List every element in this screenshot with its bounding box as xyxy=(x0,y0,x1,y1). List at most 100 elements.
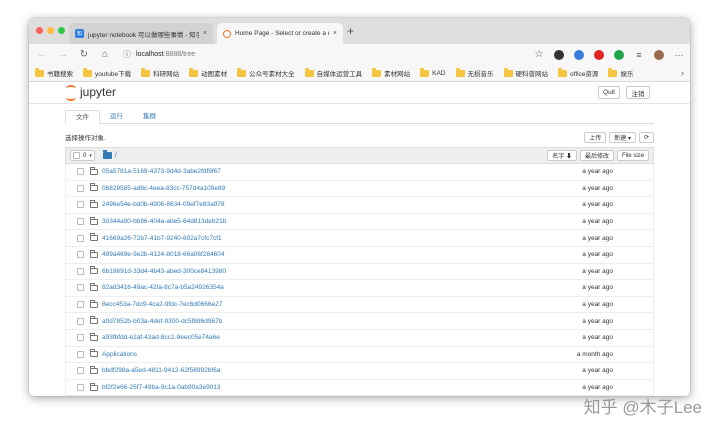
select-all-checkbox[interactable] xyxy=(73,152,80,159)
more-menu-icon[interactable]: ··· xyxy=(674,50,684,60)
item-modified: a year ago xyxy=(582,267,613,275)
list-item[interactable]: a0d7852b-b03a-4def-9300-dc5f886d967b a ye… xyxy=(65,313,654,330)
list-item[interactable]: bbdf298a-a5ed-4811-9412-62f56992bf6a a ye… xyxy=(65,363,654,380)
bookmark-item[interactable]: 自媒体运营工具 xyxy=(304,67,362,78)
item-modified: a year ago xyxy=(582,334,613,342)
extension-red-icon[interactable] xyxy=(594,49,604,60)
bookmark-item[interactable]: 公众号素材大全 xyxy=(237,67,295,78)
bookmark-item[interactable]: 无损音乐 xyxy=(455,67,494,78)
avatar[interactable] xyxy=(654,49,664,60)
row-checkbox[interactable] xyxy=(77,201,84,209)
list-item[interactable]: bf2f2e66-25f7-49ba-9c1a-0ab90a3e9013 a ye… xyxy=(65,379,654,396)
row-checkbox[interactable] xyxy=(77,251,84,259)
row-checkbox[interactable] xyxy=(77,218,84,226)
minimize-window-button[interactable] xyxy=(47,27,54,34)
item-name-link[interactable]: 499a469e-9e2b-4124-8018-66a06f284604 xyxy=(102,251,225,258)
item-name-link[interactable]: 82ad3416-49ac-42fa-8c7a-b5a24926354a xyxy=(102,284,224,291)
bookmark-item[interactable]: 动图素材 xyxy=(189,67,227,78)
select-all-dropdown[interactable]: 0 ▾ xyxy=(70,150,95,161)
refresh-icon[interactable]: ⟳ xyxy=(638,131,654,143)
reload-icon[interactable]: ↻ xyxy=(77,49,91,60)
tab-running[interactable]: 运行 xyxy=(100,110,133,123)
bookmark-item[interactable]: office资源 xyxy=(558,67,598,78)
bookmark-item[interactable]: 娱乐 xyxy=(608,67,633,78)
tab-close-icon[interactable]: × xyxy=(333,30,337,37)
info-icon[interactable]: ⓘ xyxy=(123,49,131,60)
row-checkbox[interactable] xyxy=(77,350,84,358)
forward-icon[interactable]: → xyxy=(56,49,70,60)
list-item[interactable]: 8ecc453a-7dc9-4ca2-9fdc-7ec6d0666e27 a ye… xyxy=(65,296,654,314)
row-checkbox[interactable] xyxy=(77,334,84,342)
list-item[interactable]: 6b19691d-33d4-4b43-abed-300ce8413980 a ye… xyxy=(65,263,654,281)
list-item[interactable]: 05a5781a-5169-4373-9d4d-3abe2fdf9f67 a ye… xyxy=(65,164,654,181)
bookmark-star-icon[interactable]: ☆ xyxy=(534,49,544,60)
tab-files[interactable]: 文件 xyxy=(65,110,100,124)
quit-button[interactable]: Quit xyxy=(598,86,620,99)
item-name-link[interactable]: 05a5781a-5169-4373-9d4d-3abe2fdf9f67 xyxy=(102,168,221,175)
list-item[interactable]: 30344a90-bb86-404a-abe5-64d813deb21b a ye… xyxy=(65,213,654,231)
extension-green-icon[interactable] xyxy=(614,49,624,60)
item-name-link[interactable]: bf2f2e66-25f7-49ba-9c1a-0ab90a3e9013 xyxy=(102,384,221,391)
tab-title: jupyter notebook 可以做哪些事情 - 知乎 xyxy=(88,31,199,39)
item-name-link[interactable]: 6b19691d-33d4-4b43-abed-300ce8413980 xyxy=(102,268,226,275)
item-name-link[interactable]: 41669a26-72b7-41b7-9240-602a7cfc7cf1 xyxy=(102,235,222,242)
row-checkbox[interactable] xyxy=(77,267,84,275)
new-tab-button[interactable]: + xyxy=(347,24,354,38)
row-checkbox[interactable] xyxy=(77,367,84,375)
tab-close-icon[interactable]: × xyxy=(203,30,207,37)
close-window-button[interactable] xyxy=(36,27,43,34)
sort-by-size-button[interactable]: File size xyxy=(616,150,649,161)
folder-icon xyxy=(90,199,98,208)
item-name-link[interactable]: 2496e54e-bd0b-4906-8634-09ef7e83a978 xyxy=(102,201,225,208)
back-icon[interactable]: ← xyxy=(35,49,49,60)
tab-clusters[interactable]: 集群 xyxy=(133,110,166,123)
item-name-link[interactable]: Applications xyxy=(102,351,137,358)
browser-tab-jupyter[interactable]: Home Page - Select or create a notebook … xyxy=(217,23,343,44)
bookmark-item[interactable]: 硬科普网站 xyxy=(503,67,548,78)
item-name-link[interactable]: 06829585-ad8c-4eea-83cc-757d4a109e89 xyxy=(102,185,225,192)
row-checkbox[interactable] xyxy=(77,184,84,192)
bookmark-item[interactable]: 科研网站 xyxy=(141,67,179,78)
logout-button[interactable]: 注销 xyxy=(626,86,650,99)
bookmark-item[interactable]: 素材网站 xyxy=(372,67,410,78)
upload-button[interactable]: 上传 xyxy=(584,131,607,143)
list-item[interactable]: 2496e54e-bd0b-4906-8634-09ef7e83a978 a ye… xyxy=(65,197,654,214)
list-item[interactable]: 499a469e-9e2b-4124-8018-66a06f284604 a ye… xyxy=(65,246,654,264)
extension-area: ☆ ≡ ··· xyxy=(534,49,684,60)
row-checkbox[interactable] xyxy=(77,234,84,242)
list-item[interactable]: 82ad3416-49ac-42fa-8c7a-b5a24926354a a ye… xyxy=(65,280,654,297)
browser-tab-zhihu[interactable]: 知 jupyter notebook 可以做哪些事情 - 知乎 × xyxy=(69,23,213,44)
row-checkbox[interactable] xyxy=(77,168,84,176)
folder-icon xyxy=(90,216,98,225)
bookmark-item[interactable]: youtube下载 xyxy=(83,67,131,78)
bookmark-item[interactable]: 书籍搜索 xyxy=(35,67,73,78)
folder-icon xyxy=(90,382,98,391)
breadcrumb[interactable]: / xyxy=(102,150,117,159)
sort-by-name-button[interactable]: 名字 ⬇ xyxy=(547,150,577,161)
bookmark-item[interactable]: KAD xyxy=(420,67,446,77)
new-dropdown-button[interactable]: 新建 ▾ xyxy=(609,131,636,143)
item-name-link[interactable]: bbdf298a-a5ed-4811-9412-62f56992bf6a xyxy=(102,367,220,374)
bookmarks-more-icon[interactable]: › xyxy=(681,68,684,78)
row-checkbox[interactable] xyxy=(77,384,84,392)
row-checkbox[interactable] xyxy=(77,317,84,325)
item-name-link[interactable]: 8ecc453a-7dc9-4ca2-9fdc-7ec6d0666e27 xyxy=(102,301,222,308)
list-item[interactable]: a93fbfdd-e2af-43ad-8cc1-9eec05e74a6e a ye… xyxy=(65,329,654,347)
shield-icon[interactable] xyxy=(574,49,584,60)
list-item[interactable]: 06829585-ad8c-4eea-83cc-757d4a109e89 a ye… xyxy=(65,180,654,198)
row-checkbox[interactable] xyxy=(77,301,84,309)
item-name-link[interactable]: a93fbfdd-e2af-43ad-8cc1-9eec05e74a6e xyxy=(102,334,220,341)
list-item[interactable]: 41669a26-72b7-41b7-9240-602a7cfc7cf1 a ye… xyxy=(65,230,654,247)
url-text[interactable]: localhost:8888/tree xyxy=(136,51,195,58)
home-icon[interactable]: ⌂ xyxy=(98,49,112,60)
favorites-icon[interactable]: ≡ xyxy=(634,50,644,60)
item-name-link[interactable]: a0d7852b-b03a-4def-9300-dc5f886d967b xyxy=(102,318,222,325)
sort-by-modified-button[interactable]: 最后修改 xyxy=(579,150,614,161)
extension-icon[interactable] xyxy=(554,49,564,60)
address-bar[interactable]: ⓘ localhost:8888/tree xyxy=(123,49,534,60)
jupyter-logo[interactable]: jupyter xyxy=(65,85,116,101)
item-name-link[interactable]: 30344a90-bb86-404a-abe5-64d813deb21b xyxy=(102,218,226,225)
row-checkbox[interactable] xyxy=(77,284,84,292)
maximize-window-button[interactable] xyxy=(58,27,65,34)
list-item[interactable]: Applications a month ago xyxy=(65,346,654,364)
